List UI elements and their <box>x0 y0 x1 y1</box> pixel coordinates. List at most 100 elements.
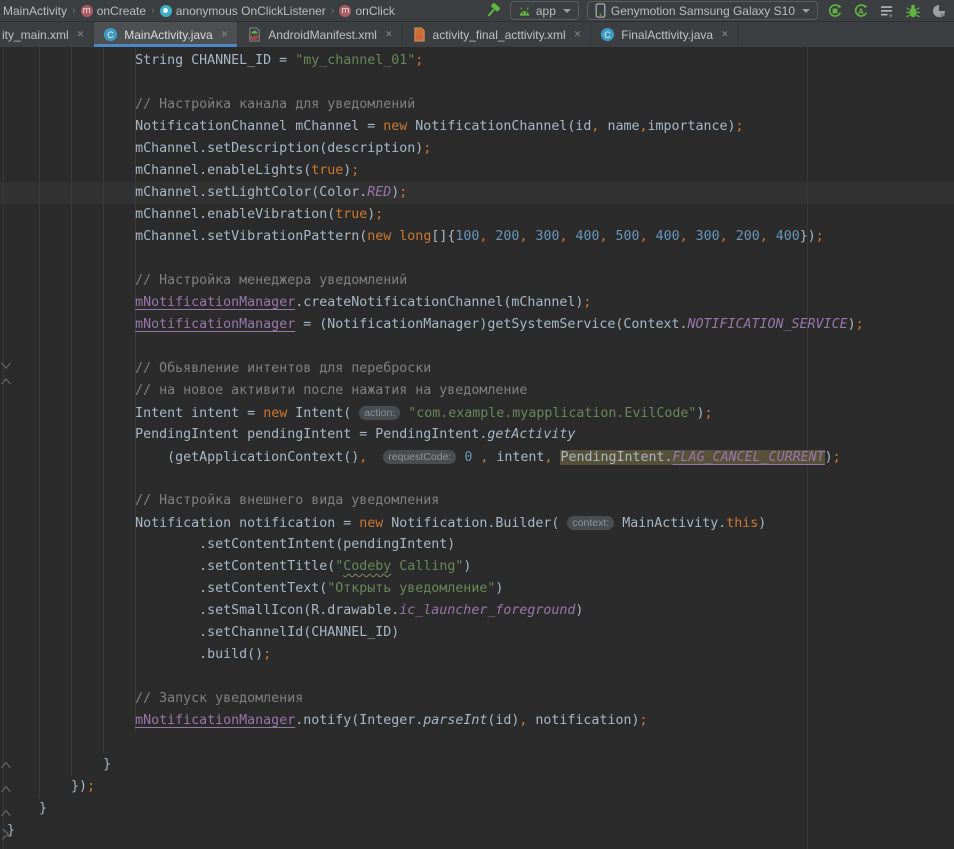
close-tab-icon[interactable]: ✕ <box>221 29 229 40</box>
code-line: } <box>7 820 864 842</box>
code-line: .setSmallIcon(R.drawable.ic_launcher_for… <box>7 600 864 622</box>
code-token: 400 <box>776 229 800 244</box>
code-token: NotificationChannel(id <box>407 119 591 134</box>
code-token: 200 <box>495 229 519 244</box>
method-icon: m <box>81 5 93 17</box>
editor-tab[interactable]: CMainActivity.java✕ <box>94 22 238 47</box>
close-tab-icon[interactable]: ✕ <box>385 29 393 40</box>
code-token: , <box>559 229 575 244</box>
device-select[interactable]: Genymotion Samsung Galaxy S10 <box>587 1 818 20</box>
device-label: Genymotion Samsung Galaxy S10 <box>611 4 795 18</box>
breadcrumb-label: anonymous OnClickListener <box>176 4 326 18</box>
code-token: .setContentTitle( <box>7 559 335 574</box>
code-line: .setContentText("Открыть уведомление") <box>7 578 864 600</box>
code-editor[interactable]: String CHANNEL_ID = "my_channel_01"; // … <box>0 47 954 849</box>
code-token: 300 <box>696 229 720 244</box>
svg-text:C: C <box>605 30 612 40</box>
breadcrumb-item[interactable]: MainActivity <box>3 4 67 18</box>
breadcrumb-item[interactable]: m onCreate <box>81 4 146 18</box>
code-line: mChannel.enableLights(true); <box>7 160 864 182</box>
code-token: , <box>600 229 616 244</box>
apply-changes-restart-icon[interactable] <box>826 2 844 20</box>
code-token: ; <box>736 119 744 134</box>
code-line: // Настройка менеджера уведомлений <box>7 270 864 292</box>
code-line: mNotificationManager.createNotificationC… <box>7 292 864 314</box>
code-token: "my_channel_01" <box>295 53 415 68</box>
breadcrumb-item[interactable]: anonymous OnClickListener <box>160 4 326 18</box>
tab-label: AndroidManifest.xml <box>268 28 377 42</box>
code-line: .setContentTitle("Codeby Calling") <box>7 556 864 578</box>
code-token: ; <box>87 779 95 794</box>
code-token: String CHANNEL_ID = <box>7 53 295 68</box>
breadcrumb-separator: › <box>71 5 77 17</box>
code-token: , <box>640 229 656 244</box>
code-token: mChannel.enableLights( <box>7 163 311 178</box>
build-hammer-icon[interactable] <box>484 2 502 20</box>
editor-tab[interactable]: MF AndroidManifest.xml ✕ <box>238 22 402 47</box>
breadcrumb-label: MainActivity <box>3 4 67 18</box>
code-area[interactable]: String CHANNEL_ID = "my_channel_01"; // … <box>0 47 864 842</box>
breadcrumb-label: onCreate <box>97 4 146 18</box>
close-tab-icon[interactable]: ✕ <box>721 29 729 40</box>
chevron-down-icon <box>802 9 810 13</box>
tab-bar: ity_main.xml✕CMainActivity.java✕MFAndroi… <box>0 22 954 47</box>
layout-file-icon: cx <box>412 27 427 42</box>
editor-tab[interactable]: CFinalActtivity.java✕ <box>591 22 738 47</box>
code-token: } <box>7 757 111 772</box>
method-icon: m <box>339 5 351 17</box>
code-token: .setContentText( <box>7 581 327 596</box>
code-token <box>7 713 135 728</box>
code-line: // Обьявление интентов для переброски <box>7 358 864 380</box>
breadcrumb: MainActivity›monCreate›anonymous OnClick… <box>0 4 395 18</box>
code-token: Notification.Builder( <box>383 516 567 531</box>
code-token: ; <box>263 647 271 662</box>
attach-profiler-icon[interactable] <box>930 2 948 20</box>
code-token: (getApplicationContext() <box>7 450 359 465</box>
parameter-hint: requestCode: <box>383 450 456 464</box>
code-token: ; <box>399 185 407 200</box>
code-token: mChannel.setVibrationPattern( <box>7 229 367 244</box>
editor-tab[interactable]: ity_main.xml ✕ <box>0 22 94 47</box>
code-line: NotificationChannel mChannel = new Notif… <box>7 116 864 138</box>
run-list-icon[interactable] <box>878 2 896 20</box>
code-token: ; <box>351 163 359 178</box>
code-token: PendingIntent. <box>560 450 672 465</box>
code-token: }) <box>7 779 87 794</box>
code-token: notification) <box>527 713 639 728</box>
code-token: "com.example.myapplication.EvilCode" <box>408 406 696 421</box>
code-token: mChannel.setLightColor(Color. <box>7 185 367 200</box>
apply-code-changes-icon[interactable]: A <box>852 2 870 20</box>
code-token: name <box>599 119 639 134</box>
editor-tab[interactable]: cx activity_final_acttivity.xml ✕ <box>403 22 592 47</box>
code-token: importance) <box>647 119 735 134</box>
code-token: , <box>680 229 696 244</box>
tab-label: ity_main.xml <box>2 28 69 42</box>
code-token: ; <box>833 450 841 465</box>
close-tab-icon[interactable]: ✕ <box>574 29 582 40</box>
code-token: .setContentIntent(pendingIntent) <box>7 537 455 552</box>
anonymous-class-icon <box>160 5 172 17</box>
svg-text:C: C <box>108 30 115 40</box>
code-token: // Настройка внешнего вида уведомления <box>7 493 439 508</box>
code-token: }) <box>800 229 816 244</box>
code-token: 200 <box>736 229 760 244</box>
debug-icon[interactable] <box>904 2 922 20</box>
close-tab-icon[interactable]: ✕ <box>77 29 85 40</box>
code-line: String CHANNEL_ID = "my_channel_01"; <box>7 50 864 72</box>
tab-label: activity_final_acttivity.xml <box>433 28 566 42</box>
svg-text:MF: MF <box>250 35 259 42</box>
code-token: .build() <box>7 647 263 662</box>
code-token: .createNotificationChannel(mChannel) <box>295 295 583 310</box>
code-line: .build(); <box>7 644 864 666</box>
code-token: new <box>263 406 287 421</box>
code-token: ic_launcher_foreground <box>399 603 575 618</box>
code-line <box>7 72 864 94</box>
code-token: ; <box>704 406 712 421</box>
run-configuration-select[interactable]: app <box>510 1 579 20</box>
code-line: // на новое активити после нажатия на ув… <box>7 380 864 402</box>
code-token: []{ <box>431 229 455 244</box>
code-token: 400 <box>576 229 600 244</box>
class-file-icon: C <box>600 27 615 42</box>
code-token: ) <box>825 450 833 465</box>
breadcrumb-item[interactable]: monClick <box>339 4 394 18</box>
